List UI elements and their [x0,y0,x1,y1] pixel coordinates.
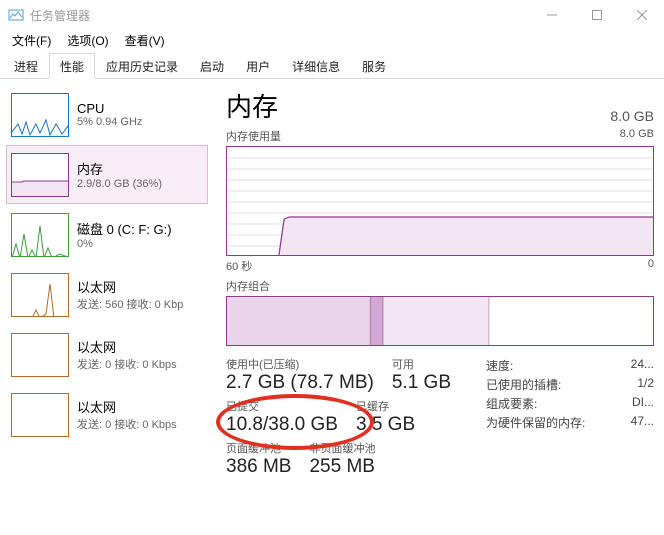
in-use-value: 2.7 GB (78.7 MB) [226,372,374,394]
minimize-button[interactable] [529,0,574,30]
content: 内存 8.0 GB 内存使用量 8.0 GB 60 秒 [208,79,664,535]
available-label: 可用 [392,356,451,372]
cached-value: 3.5 GB [356,414,415,436]
sidebar-eth0-sub: 发送: 560 接收: 0 Kbp [77,296,183,312]
sidebar-eth1-title: 以太网 [77,337,177,356]
paged-value: 386 MB [226,456,291,478]
sidebar-memory-sub: 2.9/8.0 GB (36%) [77,178,162,190]
sidebar-memory-title: 内存 [77,159,162,178]
in-use-label: 使用中(已压缩) [226,356,374,372]
maximize-button[interactable] [574,0,619,30]
cached-label: 已缓存 [356,398,415,414]
tab-users[interactable]: 用户 [235,53,281,79]
paged-label: 页面缓冲池 [226,440,291,456]
eth1-thumbnail-chart [11,333,69,377]
axis-right: 0 [648,258,654,274]
composition-label: 内存组合 [226,278,654,294]
tab-performance[interactable]: 性能 [49,53,95,79]
nonpaged-value: 255 MB [309,456,375,478]
tab-details[interactable]: 详细信息 [281,53,351,79]
menu-options[interactable]: 选项(O) [59,30,116,51]
sidebar-item-cpu[interactable]: CPU 5% 0.94 GHz [6,85,208,144]
form-k: 组成要素: [486,395,537,412]
slots-k: 已使用的插槽: [486,376,561,393]
tab-processes[interactable]: 进程 [3,53,49,79]
page-title: 内存 [226,87,278,124]
sidebar-item-eth0[interactable]: 以太网 发送: 560 接收: 0 Kbp [6,265,208,324]
sidebar-disk-title: 磁盘 0 (C: F: G:) [77,219,172,238]
speed-v: 24... [631,357,654,374]
sidebar-eth2-sub: 发送: 0 接收: 0 Kbps [77,416,177,432]
sidebar-cpu-sub: 5% 0.94 GHz [77,116,142,128]
disk-thumbnail-chart [11,213,69,257]
slots-v: 1/2 [637,376,654,393]
sidebar-eth1-sub: 发送: 0 接收: 0 Kbps [77,356,177,372]
menu-view[interactable]: 查看(V) [117,30,173,51]
tabbar: 进程 性能 应用历史记录 启动 用户 详细信息 服务 [0,54,664,79]
sidebar-item-disk[interactable]: 磁盘 0 (C: F: G:) 0% [6,205,208,264]
speed-k: 速度: [486,357,513,374]
main: CPU 5% 0.94 GHz 内存 2.9/8.0 GB (36%) 磁盘 0 [0,79,664,535]
available-value: 5.1 GB [392,372,451,394]
stats-area: 使用中(已压缩) 2.7 GB (78.7 MB) 可用 5.1 GB 已提交 … [226,356,654,482]
window-title: 任务管理器 [30,7,529,24]
memory-thumbnail-chart [11,153,69,197]
axis-left: 60 秒 [226,258,252,274]
tab-services[interactable]: 服务 [351,53,397,79]
usage-chart-max: 8.0 GB [620,128,654,144]
committed-label: 已提交 [226,398,338,414]
tab-app-history[interactable]: 应用历史记录 [95,53,189,79]
memory-usage-chart[interactable] [226,146,654,256]
total-capacity: 8.0 GB [610,108,654,124]
eth2-thumbnail-chart [11,393,69,437]
form-v: DI... [632,395,654,412]
tab-startup[interactable]: 启动 [189,53,235,79]
reserved-k: 为硬件保留的内存: [486,414,585,431]
usage-chart-label: 内存使用量 [226,128,281,144]
sidebar-cpu-title: CPU [77,101,142,116]
window-controls [529,0,664,30]
app-icon [8,7,24,23]
sidebar-eth2-title: 以太网 [77,397,177,416]
sidebar-disk-sub: 0% [77,238,172,250]
nonpaged-label: 非页面缓冲池 [309,440,375,456]
titlebar: 任务管理器 [0,0,664,30]
sidebar-item-eth1[interactable]: 以太网 发送: 0 接收: 0 Kbps [6,325,208,384]
committed-value: 10.8/38.0 GB [226,414,338,436]
reserved-v: 47... [631,414,654,431]
sidebar-item-memory[interactable]: 内存 2.9/8.0 GB (36%) [6,145,208,204]
menubar: 文件(F) 选项(O) 查看(V) [0,30,664,50]
close-button[interactable] [619,0,664,30]
eth0-thumbnail-chart [11,273,69,317]
cpu-thumbnail-chart [11,93,69,137]
sidebar-item-eth2[interactable]: 以太网 发送: 0 接收: 0 Kbps [6,385,208,444]
sidebar: CPU 5% 0.94 GHz 内存 2.9/8.0 GB (36%) 磁盘 0 [0,79,208,535]
menu-file[interactable]: 文件(F) [4,30,59,51]
sidebar-eth0-title: 以太网 [77,277,183,296]
memory-composition-chart[interactable] [226,296,654,346]
